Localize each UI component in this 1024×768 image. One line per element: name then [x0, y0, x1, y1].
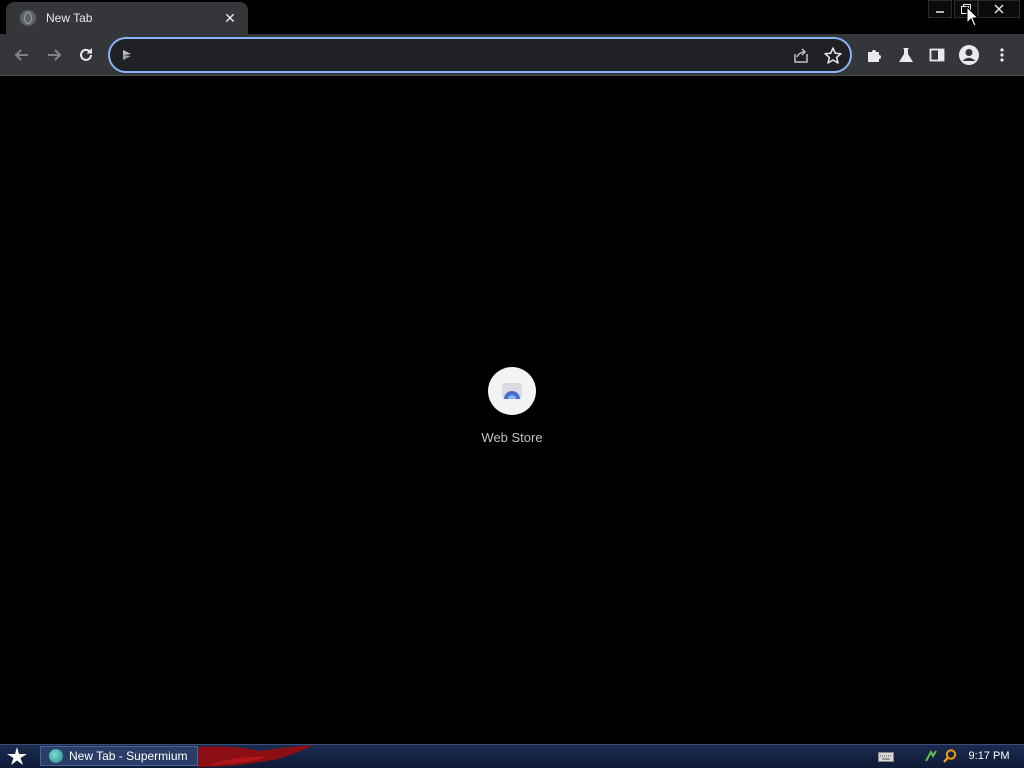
puzzle-icon	[868, 50, 881, 62]
supermium-icon	[49, 749, 63, 763]
arrow-left-icon	[14, 49, 28, 61]
tab-title: New Tab	[46, 11, 93, 25]
omnibox-input[interactable]	[142, 43, 786, 69]
browser-menu-button[interactable]	[991, 44, 1013, 66]
taskbar-item-supermium[interactable]: New Tab - Supermium	[40, 746, 198, 766]
page-info-icon[interactable]	[120, 48, 134, 62]
share-icon[interactable]	[790, 45, 812, 67]
side-panel-button[interactable]	[926, 44, 948, 66]
shortcut-label: Web Store	[481, 430, 543, 445]
shortcut-web-store[interactable]: Web Store	[472, 366, 552, 452]
minimize-button[interactable]	[928, 0, 952, 18]
extensions-button[interactable]	[863, 44, 885, 66]
star-icon[interactable]	[6, 746, 28, 766]
flask-icon	[899, 48, 913, 62]
address-bar[interactable]	[108, 37, 852, 73]
close-window-button[interactable]	[978, 0, 1020, 18]
web-store-icon	[488, 367, 536, 415]
minimize-icon	[936, 11, 944, 13]
side-panel-icon	[929, 48, 945, 62]
search-icon[interactable]	[942, 748, 958, 764]
close-icon	[994, 4, 1004, 14]
forward-button[interactable]	[41, 42, 67, 68]
kebab-menu-icon	[1000, 48, 1004, 62]
system-clock[interactable]: 9:17 PM	[962, 748, 1016, 764]
avatar-icon	[959, 45, 979, 65]
reload-icon	[80, 48, 92, 61]
tab-close-button[interactable]: ✕	[222, 10, 238, 26]
labs-button[interactable]	[895, 44, 917, 66]
tab-new-tab[interactable]: New Tab ✕	[6, 2, 248, 34]
bookmark-star-icon[interactable]	[822, 45, 844, 67]
profile-button[interactable]	[958, 44, 980, 66]
back-button[interactable]	[9, 42, 35, 68]
network-icon[interactable]	[923, 748, 939, 764]
wallpaper-fragment	[198, 745, 313, 767]
reload-button[interactable]	[73, 42, 99, 68]
keyboard-icon[interactable]	[878, 752, 894, 762]
globe-icon	[20, 10, 36, 26]
taskbar-item-label: New Tab - Supermium	[69, 749, 188, 763]
arrow-right-icon	[48, 49, 62, 61]
mouse-cursor-icon	[966, 6, 980, 27]
